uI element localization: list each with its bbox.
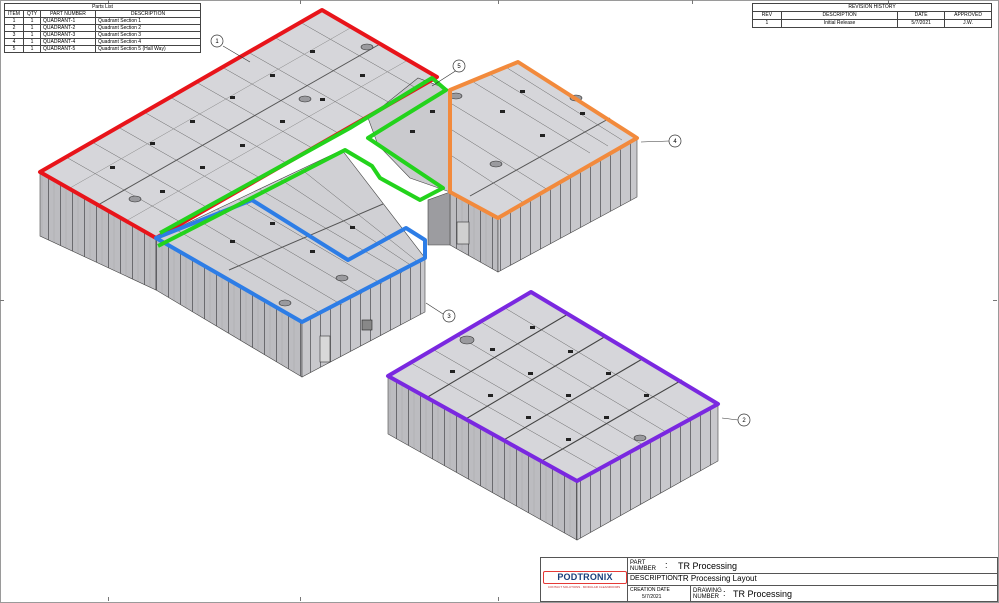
description-row: DESCRIPTION: TR Processing Layout — [628, 573, 997, 586]
creation-date-label: CREATION DATE — [630, 587, 670, 593]
drawing-number-value: TR Processing — [733, 589, 793, 599]
company-logo: PODTRONIX CONTACT SOLUTIONS · MODULAR CL… — [541, 558, 628, 601]
description-label: DESCRIPTION: — [630, 575, 680, 582]
separator: : — [665, 560, 668, 570]
creation-date-cell: CREATION DATE 5/7/2021 — [628, 586, 691, 601]
creation-date-value: 5/7/2021 — [642, 594, 662, 600]
drawing-number-cell: DRAWING NUMBER : TR Processing — [691, 586, 997, 601]
part-number-label-2: NUMBER — [630, 566, 657, 572]
title-block: PODTRONIX CONTACT SOLUTIONS · MODULAR CL… — [540, 557, 998, 602]
logo-wordmark: PODTRONIX — [543, 571, 627, 584]
description-value: TR Processing Layout — [678, 574, 757, 583]
item-balloons: 1 2 3 4 5 — [210, 34, 751, 427]
part-number-row: PART NUMBER : TR Processing — [628, 558, 997, 574]
separator: : — [723, 588, 726, 598]
drawing-number-label-2: NUMBER — [693, 594, 720, 600]
part-number-value: TR Processing — [678, 561, 738, 571]
logo-tagline: CONTACT SOLUTIONS · MODULAR CLEANROOMS — [547, 585, 621, 589]
